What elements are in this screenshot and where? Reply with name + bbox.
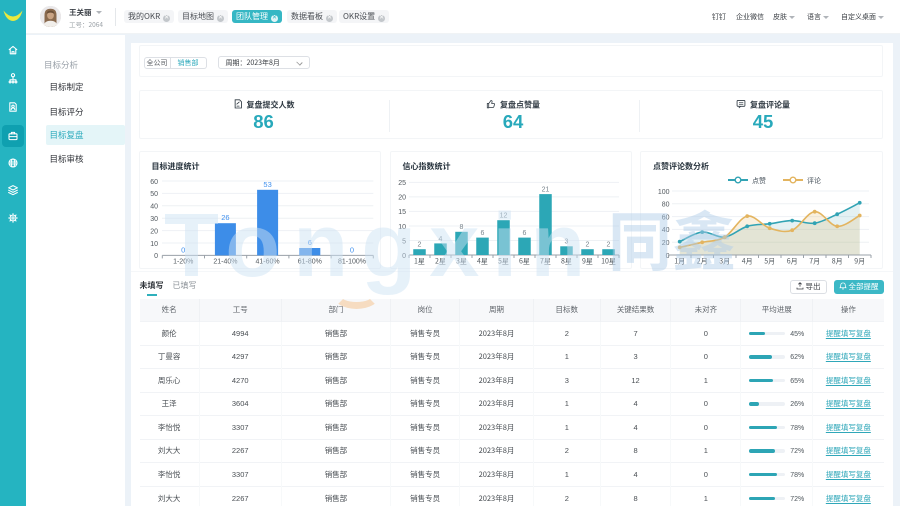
svg-text:6: 6 [522,230,526,237]
svg-text:1-20%: 1-20% [173,258,193,265]
svg-text:3星: 3星 [456,256,467,266]
svg-text:40: 40 [662,227,670,234]
svg-text:100: 100 [658,188,670,195]
svg-text:8: 8 [459,224,463,231]
svg-text:20: 20 [662,240,670,247]
svg-text:60: 60 [662,214,670,221]
svg-text:12: 12 [499,212,507,219]
svg-text:50: 50 [150,191,158,198]
svg-text:9星: 9星 [582,256,593,266]
svg-text:21: 21 [541,186,549,193]
svg-text:0: 0 [154,253,158,260]
svg-text:21-40%: 21-40% [213,258,237,265]
svg-text:53: 53 [263,179,271,188]
svg-text:7月: 7月 [809,256,820,266]
svg-text:5: 5 [402,238,406,245]
svg-text:25: 25 [398,180,406,187]
svg-text:40: 40 [150,203,158,210]
svg-text:30: 30 [150,216,158,223]
svg-text:10星: 10星 [601,256,616,266]
svg-text:1月: 1月 [674,256,685,266]
svg-text:8星: 8星 [561,256,572,266]
svg-text:20: 20 [398,194,406,201]
svg-text:0: 0 [181,245,185,254]
svg-text:5月: 5月 [764,256,775,266]
svg-text:10: 10 [398,223,406,230]
svg-text:2: 2 [585,241,589,248]
svg-text:81-100%: 81-100% [337,258,365,265]
svg-text:2月: 2月 [697,256,708,266]
svg-text:26: 26 [221,213,229,222]
svg-text:6: 6 [307,238,311,247]
svg-text:61-80%: 61-80% [297,258,321,265]
svg-text:3月: 3月 [719,256,730,266]
svg-text:6星: 6星 [519,256,530,266]
svg-text:9月: 9月 [854,256,865,266]
svg-text:点赞: 点赞 [752,176,766,186]
svg-text:4月: 4月 [742,256,753,266]
svg-text:4星: 4星 [477,256,488,266]
svg-text:评论: 评论 [807,176,821,186]
svg-text:6月: 6月 [787,256,798,266]
svg-text:60: 60 [150,178,158,185]
svg-text:0: 0 [349,245,353,254]
svg-text:41-60%: 41-60% [255,258,279,265]
svg-text:8月: 8月 [832,256,843,266]
svg-text:20: 20 [150,228,158,235]
svg-text:3: 3 [564,238,568,245]
svg-text:0: 0 [402,252,406,259]
svg-text:5星: 5星 [498,256,509,266]
svg-text:4: 4 [438,235,442,242]
svg-text:10: 10 [150,240,158,247]
svg-text:7星: 7星 [540,256,551,266]
svg-text:2星: 2星 [435,256,446,266]
svg-text:1星: 1星 [414,256,425,266]
svg-text:15: 15 [398,209,406,216]
svg-text:2: 2 [606,241,610,248]
svg-text:80: 80 [662,201,670,208]
svg-text:2: 2 [417,241,421,248]
svg-text:6: 6 [480,230,484,237]
